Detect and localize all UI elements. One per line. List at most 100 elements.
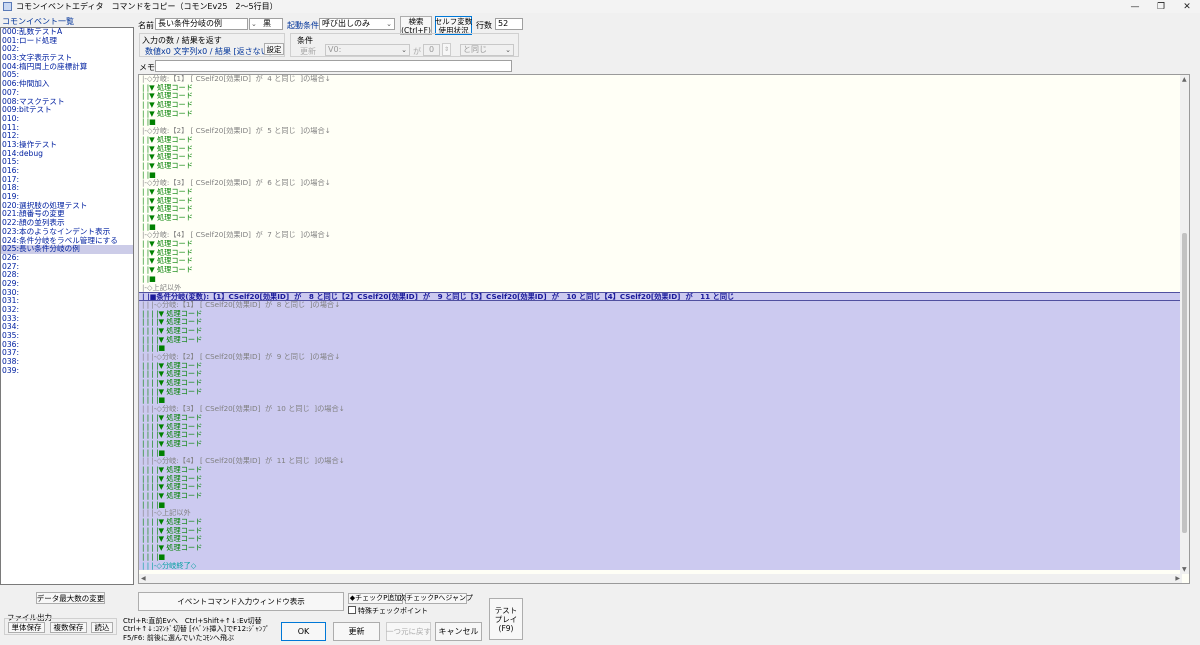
command-line[interactable]: | | |-◇分岐:【4】 [ CSelf20[効果ID] が 11 と同じ ]… <box>139 457 1180 466</box>
command-line[interactable]: | | | |▼ 処理コード <box>139 526 1180 536</box>
command-line[interactable]: | |▼ 処理コード <box>139 240 1180 249</box>
command-line[interactable]: | | | |■ <box>139 500 1180 510</box>
command-line[interactable]: | | | |■ <box>139 396 1180 406</box>
load-button[interactable]: 読込 <box>91 622 113 633</box>
add-checkpoint-button[interactable]: ◆チェックP追加 <box>348 593 403 604</box>
command-line[interactable]: | | | |■ <box>139 448 1180 458</box>
event-list-item[interactable]: 015: <box>1 158 133 167</box>
maximize-button[interactable]: ❐ <box>1148 0 1174 13</box>
event-list-item[interactable]: 037: <box>1 349 133 358</box>
trigger-select[interactable]: 呼び出しのみ ⌄ <box>319 18 395 30</box>
command-line[interactable]: |-◇分岐:【2】 [ CSelf20[効果ID] が 5 と同じ ]の場合↓ <box>139 127 1180 136</box>
next-checkpoint-button[interactable]: 次チェックPへジャンプ <box>399 593 473 604</box>
command-line[interactable]: | |▼ 処理コード <box>139 84 1180 93</box>
event-list-item[interactable]: 009:bitテスト <box>1 105 133 115</box>
command-line[interactable]: | |▼ 処理コード <box>139 101 1180 110</box>
ok-button[interactable]: OK <box>281 622 326 641</box>
command-line[interactable]: | |▼ 処理コード <box>139 153 1180 162</box>
close-button[interactable]: ✕ <box>1174 0 1200 13</box>
single-save-button[interactable]: 単体保存 <box>8 622 45 633</box>
command-line[interactable]: |-◇分岐:【3】 [ CSelf20[効果ID] が 6 と同じ ]の場合↓ <box>139 179 1180 188</box>
cancel-button[interactable]: キャンセル <box>435 622 482 641</box>
command-line[interactable]: | |■ <box>139 171 1180 180</box>
command-line[interactable]: | | |-◇分岐:【2】 [ CSelf20[効果ID] が 9 と同じ ]の… <box>139 353 1180 362</box>
vertical-scroll-thumb[interactable] <box>1182 233 1187 533</box>
command-line[interactable]: | | | |▼ 処理コード <box>139 431 1180 440</box>
command-line[interactable]: | | | |▼ 処理コード <box>139 535 1180 545</box>
scroll-up-icon[interactable]: ▲ <box>1182 76 1187 83</box>
event-list-item[interactable]: 025:長い条件分岐の例 <box>1 244 133 254</box>
command-line[interactable]: | | | |▼ 処理コード <box>139 379 1180 388</box>
common-event-list[interactable]: 000:乱数テストA 001:ロード処理 002: 003:文字表示テスト 004:楕円… <box>0 27 134 585</box>
command-line[interactable]: | | |-◇分岐:【3】 [ CSelf20[効果ID] が 10 と同じ ]… <box>139 405 1180 414</box>
event-list-item[interactable]: 035: <box>1 331 133 341</box>
command-line[interactable]: | | | |▼ 処理コード <box>139 544 1180 553</box>
io-set-button[interactable]: 設定 <box>264 43 284 55</box>
command-input-window-button[interactable]: イベントコマンド入力ウィンドウ表示 <box>138 592 344 611</box>
event-list-item[interactable]: 032: <box>1 305 133 315</box>
event-list-item[interactable]: 011: <box>1 123 133 133</box>
command-line[interactable]: | |▼ 処理コード <box>139 136 1180 145</box>
command-line[interactable]: | |▼ 処理コード <box>139 249 1180 258</box>
event-list-item[interactable]: 017: <box>1 175 133 185</box>
event-list-item[interactable]: 028: <box>1 271 133 280</box>
command-line[interactable]: | | | |▼ 処理コード <box>139 465 1180 475</box>
command-line[interactable]: | | |-◇分岐終了◇ <box>139 561 1180 571</box>
event-list-item[interactable]: 014:debug <box>1 149 133 159</box>
condition-number-spinner[interactable]: ⇕ <box>442 43 451 56</box>
special-checkpoint-checkbox[interactable] <box>348 606 356 614</box>
condition-var-select[interactable]: V0: ⌄ <box>325 44 410 56</box>
command-line[interactable]: | | | |▼ 処理コード <box>139 474 1180 484</box>
command-line[interactable]: | |■条件分岐(変数):【1】CSelf20[効果ID] が 8 と同じ【2】… <box>139 292 1180 301</box>
event-list-item[interactable]: 027: <box>1 262 133 272</box>
command-line[interactable]: | | | |▼ 処理コード <box>139 422 1180 432</box>
command-line[interactable]: | | | |▼ 処理コード <box>139 483 1180 492</box>
event-list-item[interactable]: 004:楕円周上の座標計算 <box>1 62 133 72</box>
vertical-scrollbar[interactable]: ▲ ▼ <box>1180 75 1189 574</box>
event-list-item[interactable]: 034: <box>1 323 133 332</box>
command-line[interactable]: | |▼ 処理コード <box>139 197 1180 206</box>
command-line[interactable]: | |▼ 処理コード <box>139 145 1180 154</box>
command-line[interactable]: |-◇分岐:【4】 [ CSelf20[効果ID] が 7 と同じ ]の場合↓ <box>139 231 1180 240</box>
undo-button[interactable]: 一つ元に戻す <box>386 622 431 641</box>
condition-operator-select[interactable]: と同じ ⌄ <box>460 44 514 56</box>
event-list-item[interactable]: 010: <box>1 114 133 124</box>
command-line[interactable]: | | | |▼ 処理コード <box>139 326 1180 336</box>
test-play-button[interactable]: テスト プレイ (F9) <box>489 598 523 640</box>
event-list-item[interactable]: 039: <box>1 366 133 376</box>
name-input[interactable]: 長い条件分岐の例 <box>155 18 248 30</box>
color-select[interactable]: ⌄ 黒 <box>249 18 283 30</box>
command-line[interactable]: | |▼ 処理コード <box>139 257 1180 266</box>
command-line[interactable]: | |▼ 処理コード <box>139 92 1180 101</box>
multi-save-button[interactable]: 複数保存 <box>50 622 87 633</box>
update-button[interactable]: 更新 <box>333 622 380 641</box>
command-line[interactable]: | | | |▼ 処理コード <box>139 413 1180 423</box>
condition-number-input[interactable]: 0 <box>423 44 440 56</box>
command-line[interactable]: | |▼ 処理コード <box>139 188 1180 197</box>
scroll-down-icon[interactable]: ▼ <box>1182 566 1187 573</box>
command-line[interactable]: | | | |■ <box>139 344 1180 353</box>
command-line[interactable]: | | | |▼ 処理コード <box>139 439 1180 449</box>
event-list-item[interactable]: 018: <box>1 184 133 193</box>
command-line[interactable]: | | | |▼ 処理コード <box>139 318 1180 327</box>
event-list-item[interactable]: 006:仲間加入 <box>1 79 133 89</box>
command-line[interactable]: | | | |▼ 処理コード <box>139 370 1180 380</box>
command-line[interactable]: | |▼ 処理コード <box>139 205 1180 214</box>
event-list-item[interactable]: 031: <box>1 297 133 306</box>
event-list-item[interactable]: 016: <box>1 166 133 176</box>
command-line[interactable]: |-◇分岐:【1】 [ CSelf20[効果ID] が 4 と同じ ]の場合↓ <box>139 75 1180 84</box>
data-max-change-button[interactable]: データ最大数の変更 <box>36 592 105 604</box>
command-line[interactable]: | |■ <box>139 118 1180 127</box>
scroll-left-icon[interactable]: ◀ <box>141 575 146 582</box>
command-line[interactable]: | |■ <box>139 223 1180 232</box>
event-list-item[interactable]: 033: <box>1 314 133 324</box>
minimize-button[interactable]: — <box>1122 0 1148 13</box>
horizontal-scrollbar[interactable]: ◀ ▶ <box>139 574 1182 583</box>
command-editor[interactable]: |-◇分岐:【1】 [ CSelf20[効果ID] が 4 と同じ ]の場合↓ |… <box>138 74 1190 584</box>
command-line[interactable]: | | | |▼ 処理コード <box>139 387 1180 397</box>
command-line[interactable]: | | | |▼ 処理コード <box>139 518 1180 527</box>
command-line[interactable]: | | |-◇分岐:【1】 [ CSelf20[効果ID] が 8 と同じ ]の… <box>139 300 1180 310</box>
command-line[interactable]: | |■ <box>139 275 1180 284</box>
command-line[interactable]: | |▼ 処理コード <box>139 266 1180 275</box>
event-list-item[interactable]: 001:ロード処理 <box>1 36 133 46</box>
